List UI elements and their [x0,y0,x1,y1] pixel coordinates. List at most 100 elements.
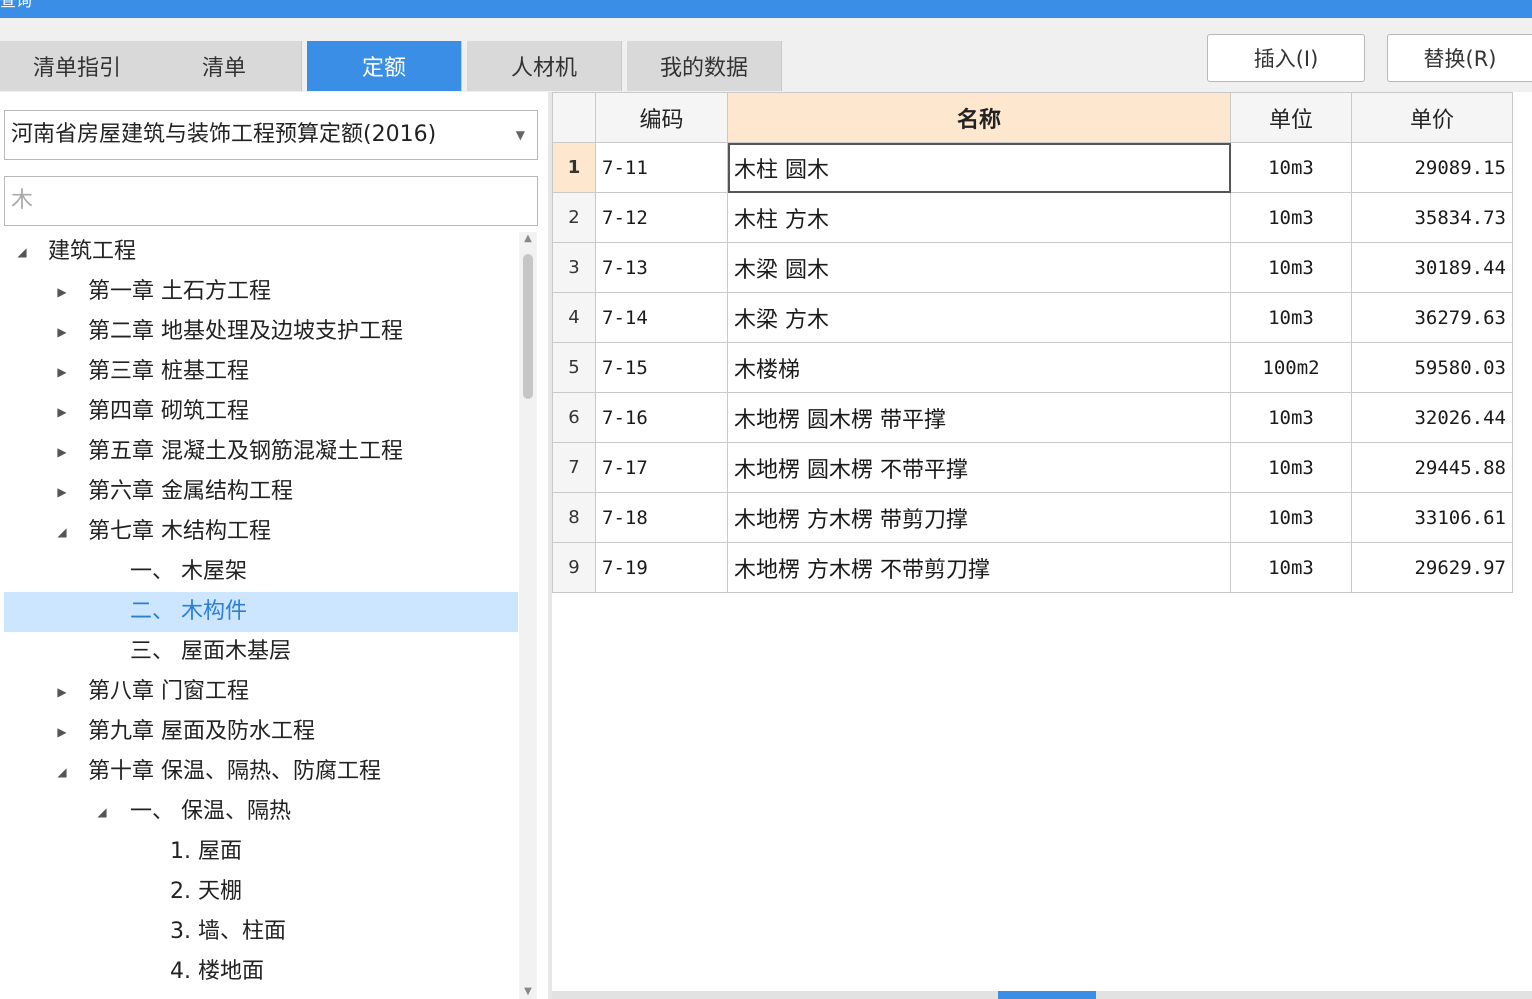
cell-code[interactable]: 7-13 [595,242,728,293]
scroll-thumb[interactable] [998,991,1096,999]
collapsed-triangle-icon[interactable]: ▶ [54,712,70,752]
chevron-down-icon[interactable]: ▼ [516,111,525,159]
cell-unit[interactable]: 10m3 [1230,292,1352,343]
collapsed-triangle-icon[interactable]: ▶ [54,672,70,712]
tree-node[interactable]: 二、 木构件 [4,592,518,632]
table-row[interactable]: 1 7-11 木柱 圆木 10m3 29089.15 [552,142,1513,193]
collapsed-triangle-icon[interactable]: ▶ [54,392,70,432]
cell-price[interactable]: 29629.97 [1351,542,1513,593]
scroll-down-icon[interactable]: ▼ [519,985,537,999]
cell-unit[interactable]: 10m3 [1230,492,1352,543]
tree-scrollbar[interactable]: ▲ ▼ [519,232,537,999]
table-row[interactable]: 9 7-19 木地楞 方木楞 不带剪刀撑 10m3 29629.97 [552,542,1513,593]
tree-node[interactable]: ▶ 第八章 门窗工程 [4,672,518,712]
tree-node[interactable]: ▶ 第一章 土石方工程 [4,272,518,312]
tree-node[interactable]: ◢ 第十章 保温、隔热、防腐工程 [4,752,518,792]
tree-node[interactable]: ▶ 第四章 砌筑工程 [4,392,518,432]
cell-code[interactable]: 7-14 [595,292,728,343]
row-number[interactable]: 6 [552,392,596,443]
cell-name[interactable]: 木地楞 方木楞 带剪刀撑 [727,492,1231,543]
tree-node[interactable]: ▶ 第三章 桩基工程 [4,352,518,392]
row-number[interactable]: 5 [552,342,596,393]
tree-node[interactable]: 3. 墙、柱面 [4,912,518,952]
tree-node[interactable]: 一、 木屋架 [4,552,518,592]
expanded-triangle-icon[interactable]: ◢ [94,792,110,832]
grid-horizontal-scrollbar[interactable] [552,991,1532,999]
row-number[interactable]: 2 [552,192,596,243]
tree-node[interactable]: ▶ 第六章 金属结构工程 [4,472,518,512]
cell-price[interactable]: 29089.15 [1351,142,1513,193]
expanded-triangle-icon[interactable]: ◢ [54,512,70,552]
cell-code[interactable]: 7-18 [595,492,728,543]
cell-price[interactable]: 36279.63 [1351,292,1513,343]
collapsed-triangle-icon[interactable]: ▶ [54,352,70,392]
table-row[interactable]: 5 7-15 木楼梯 100m2 59580.03 [552,342,1513,393]
column-header-price[interactable]: 单价 [1351,92,1513,143]
row-number[interactable]: 3 [552,242,596,293]
collapsed-triangle-icon[interactable]: ▶ [54,472,70,512]
cell-unit[interactable]: 10m3 [1230,142,1352,193]
expanded-triangle-icon[interactable]: ◢ [54,752,70,792]
table-row[interactable]: 8 7-18 木地楞 方木楞 带剪刀撑 10m3 33106.61 [552,492,1513,543]
cell-price[interactable]: 59580.03 [1351,342,1513,393]
tree-node[interactable]: ▶ 第九章 屋面及防水工程 [4,712,518,752]
cell-unit[interactable]: 10m3 [1230,242,1352,293]
cell-unit[interactable]: 10m3 [1230,192,1352,243]
cell-code[interactable]: 7-15 [595,342,728,393]
collapsed-triangle-icon[interactable]: ▶ [54,312,70,352]
collapsed-triangle-icon[interactable]: ▶ [54,432,70,472]
table-row[interactable]: 6 7-16 木地楞 圆木楞 带平撑 10m3 32026.44 [552,392,1513,443]
tab-bill[interactable]: 清单 [147,41,302,91]
cell-price[interactable]: 33106.61 [1351,492,1513,543]
cell-code[interactable]: 7-11 [595,142,728,193]
cell-name[interactable]: 木地楞 圆木楞 不带平撑 [727,442,1231,493]
table-row[interactable]: 7 7-17 木地楞 圆木楞 不带平撑 10m3 29445.88 [552,442,1513,493]
scroll-thumb[interactable] [523,254,533,399]
collapsed-triangle-icon[interactable]: ▶ [54,272,70,312]
cell-name[interactable]: 木梁 圆木 [727,242,1231,293]
insert-button[interactable]: 插入(I) [1207,34,1365,82]
table-row[interactable]: 2 7-12 木柱 方木 10m3 35834.73 [552,192,1513,243]
row-number[interactable]: 4 [552,292,596,343]
cell-unit[interactable]: 100m2 [1230,342,1352,393]
tab-bill-guide[interactable]: 清单指引 [0,41,155,91]
tree-node[interactable]: 三、 屋面木基层 [4,632,518,672]
cell-price[interactable]: 30189.44 [1351,242,1513,293]
cell-unit[interactable]: 10m3 [1230,542,1352,593]
tree-node[interactable]: ▶ 第五章 混凝土及钢筋混凝土工程 [4,432,518,472]
tree-node[interactable]: ◢ 第七章 木结构工程 [4,512,518,552]
cell-unit[interactable]: 10m3 [1230,442,1352,493]
cell-name[interactable]: 木地楞 方木楞 不带剪刀撑 [727,542,1231,593]
row-number[interactable]: 7 [552,442,596,493]
row-number[interactable]: 9 [552,542,596,593]
column-header-name[interactable]: 名称 [727,92,1231,143]
cell-code[interactable]: 7-16 [595,392,728,443]
table-row[interactable]: 3 7-13 木梁 圆木 10m3 30189.44 [552,242,1513,293]
expanded-triangle-icon[interactable]: ◢ [14,232,30,272]
cell-name[interactable]: 木柱 圆木 [727,142,1231,193]
cell-price[interactable]: 29445.88 [1351,442,1513,493]
column-header-code[interactable]: 编码 [595,92,728,143]
row-number[interactable]: 1 [552,142,596,193]
tab-my-data[interactable]: 我的数据 [627,41,782,91]
table-row[interactable]: 4 7-14 木梁 方木 10m3 36279.63 [552,292,1513,343]
tab-quota[interactable]: 定额 [307,41,462,91]
replace-button[interactable]: 替换(R) [1387,34,1532,82]
column-header-unit[interactable]: 单位 [1230,92,1352,143]
cell-code[interactable]: 7-19 [595,542,728,593]
search-input[interactable]: 木 [4,176,538,226]
scroll-up-icon[interactable]: ▲ [519,232,537,246]
tree-node[interactable]: 4. 楼地面 [4,952,518,992]
tab-labor-material-machine[interactable]: 人材机 [467,41,622,91]
tree-node[interactable]: ▶ 第二章 地基处理及边坡支护工程 [4,312,518,352]
cell-name[interactable]: 木柱 方木 [727,192,1231,243]
tree-node[interactable]: 2. 天棚 [4,872,518,912]
tree-node[interactable]: ◢ 一、 保温、隔热 [4,792,518,832]
tree-node[interactable]: 1. 屋面 [4,832,518,872]
cell-name[interactable]: 木楼梯 [727,342,1231,393]
cell-unit[interactable]: 10m3 [1230,392,1352,443]
cell-code[interactable]: 7-17 [595,442,728,493]
row-number[interactable]: 8 [552,492,596,543]
quota-library-select[interactable]: 河南省房屋建筑与装饰工程预算定额(2016) ▼ [4,110,538,160]
tree-node[interactable]: ◢ 建筑工程 [4,232,518,272]
